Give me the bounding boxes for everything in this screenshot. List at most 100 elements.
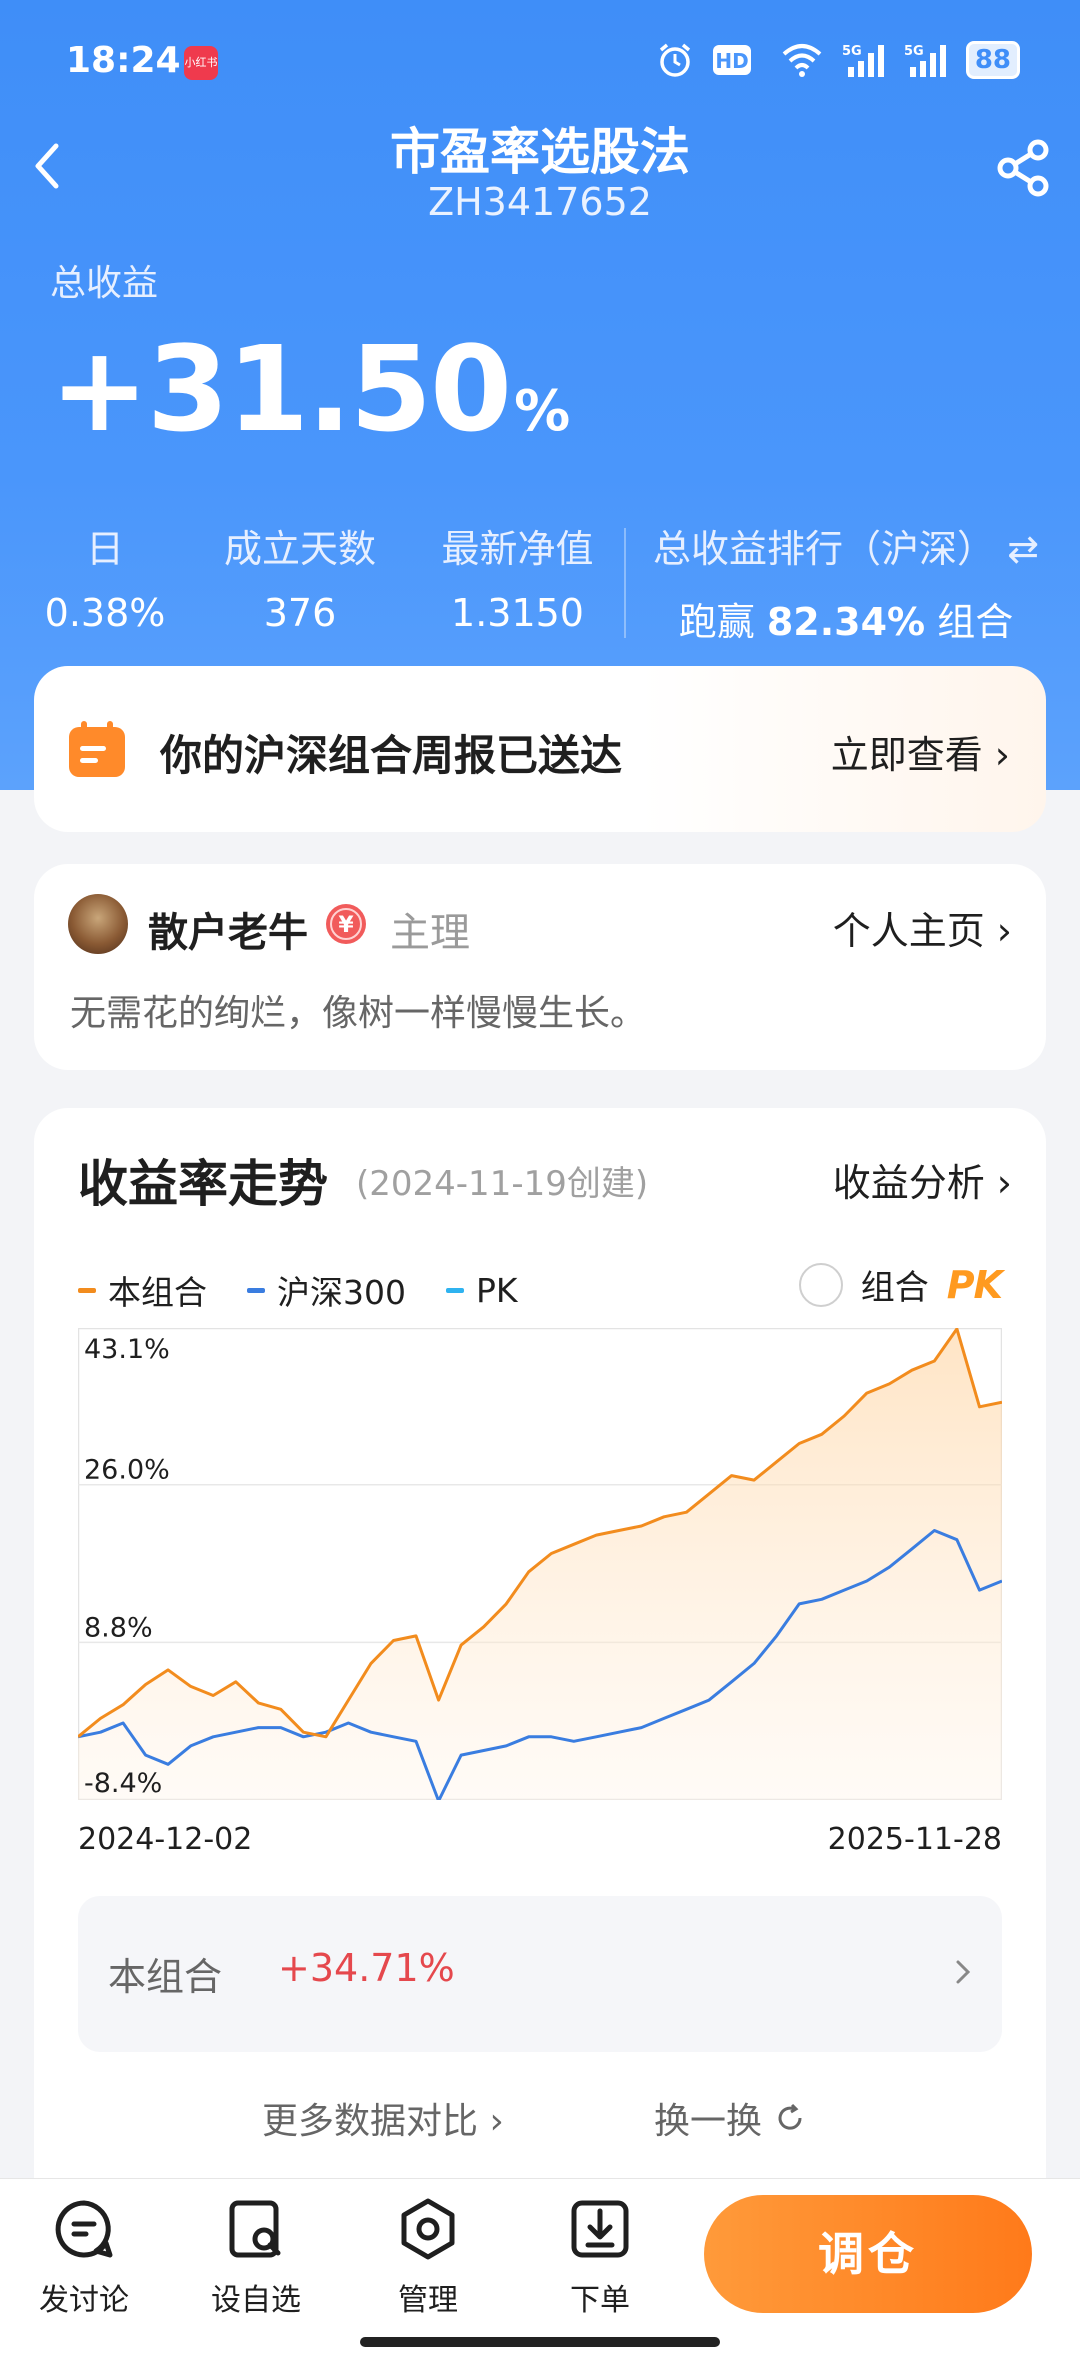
- rebalance-button[interactable]: 调仓: [704, 2195, 1032, 2313]
- legend-label-hs300: 沪深300: [277, 1273, 406, 1312]
- chart-legend: 本组合 沪深300 PK: [78, 1266, 518, 1314]
- tab-order[interactable]: 下单: [530, 2197, 670, 2319]
- y-tick-label: 43.1%: [84, 1334, 170, 1365]
- stat-daily-label: 日: [85, 527, 124, 571]
- return-trend-card: 收益率走势 (2024-11-19创建) 收益分析 › 本组合 沪深300 PK…: [34, 1108, 1046, 2308]
- compare-value: +34.71%: [278, 1946, 455, 1990]
- battery-icon: 88: [965, 41, 1020, 79]
- status-time: 18:24: [66, 40, 181, 81]
- alarm-icon: [656, 40, 694, 80]
- tab-discuss[interactable]: 发讨论: [14, 2197, 154, 2319]
- stat-nav-label: 最新净值: [441, 527, 594, 571]
- legend-swatch-pk: [446, 1287, 464, 1293]
- tab-manage[interactable]: 管理: [358, 2197, 498, 2319]
- y-tick-label: -8.4%: [84, 1768, 162, 1799]
- legend-item-portfolio: 本组合: [78, 1266, 207, 1314]
- share-button[interactable]: [992, 136, 1056, 200]
- legend-label-pk: PK: [476, 1270, 518, 1310]
- chevron-right-icon: ›: [489, 2101, 504, 2142]
- tab-watchlist[interactable]: 设自选: [186, 2197, 326, 2319]
- home-indicator[interactable]: [360, 2337, 720, 2347]
- status-icons: HD 5G 5G 88: [656, 40, 1020, 80]
- legend-swatch-hs300: [247, 1287, 265, 1293]
- swap-button[interactable]: 换一换: [654, 2092, 806, 2144]
- signal-5g-icon: 5G: [842, 40, 886, 80]
- view-now-link[interactable]: 立即查看 ›: [831, 724, 1010, 779]
- pk-radio[interactable]: [798, 1262, 843, 1307]
- pk-logo: PK: [946, 1262, 1003, 1307]
- view-now-label: 立即查看: [830, 733, 983, 777]
- rank-percent: 82.34%: [766, 600, 926, 644]
- tab-manage-label: 管理: [398, 2283, 458, 2318]
- compare-row[interactable]: 本组合 +34.71%: [78, 1896, 1002, 2052]
- stat-rank-label-text: 总收益排行（沪深）: [653, 527, 996, 571]
- yuan-badge-icon: ¥: [326, 904, 366, 944]
- app-notification-icon: 小红书: [184, 46, 218, 80]
- return-analysis-label: 收益分析: [832, 1161, 985, 1205]
- stat-nav: 最新净值 1.3150: [430, 518, 605, 635]
- chart-created-date: (2024-11-19创建): [356, 1164, 649, 1204]
- chart-end-date: 2025-11-28: [827, 1822, 1002, 1857]
- legend-item-pk: PK: [446, 1266, 518, 1314]
- page-title: 市盈率选股法: [390, 123, 690, 181]
- stat-days: 成立天数 376: [210, 518, 390, 635]
- svg-text:5G: 5G: [904, 44, 924, 59]
- stat-daily-value: 0.38%: [44, 591, 166, 635]
- return-chart[interactable]: 43.1% 26.0% 8.8% -8.4%: [78, 1328, 1002, 1800]
- return-analysis-link[interactable]: 收益分析 ›: [833, 1152, 1012, 1207]
- portfolio-code: ZH3417652: [428, 180, 652, 224]
- rank-suffix: 组合: [937, 600, 1014, 644]
- pk-toggle[interactable]: 组合 PK: [798, 1260, 1003, 1309]
- tab-discuss-label: 发讨论: [39, 2283, 129, 2318]
- pk-label: 组合: [860, 1268, 929, 1308]
- author-motto: 无需花的绚烂，像树一样慢慢生长。: [70, 993, 647, 1034]
- hd-icon: HD: [712, 40, 762, 80]
- weekly-report-banner[interactable]: 你的沪深组合周报已送达 立即查看 ›: [34, 666, 1046, 832]
- avatar[interactable]: [68, 894, 128, 954]
- more-data-label: 更多数据对比: [262, 2101, 479, 2142]
- svg-text:¥: ¥: [338, 913, 354, 938]
- order-icon: [571, 2200, 629, 2258]
- stat-rank[interactable]: 总收益排行（沪深） ⇄ 跑赢 82.34% 组合: [636, 518, 1056, 646]
- stats-divider: [624, 528, 626, 638]
- refresh-icon: [778, 2103, 802, 2130]
- swap-label: 换一换: [654, 2101, 763, 2142]
- stat-rank-value: 跑赢 82.34% 组合: [636, 591, 1056, 646]
- status-bar: 18:24 小红书 HD 5G 5G 88: [0, 0, 1080, 120]
- chart-title: 收益率走势: [78, 1155, 328, 1213]
- compare-label: 本组合: [108, 1955, 223, 1999]
- author-card: 散户老牛 ¥ 主理 个人主页 › 无需花的绚烂，像树一样慢慢生长。: [34, 864, 1046, 1070]
- legend-label-portfolio: 本组合: [108, 1273, 207, 1312]
- swap-arrows-icon: ⇄: [1007, 527, 1039, 571]
- author-name[interactable]: 散户老牛: [148, 900, 308, 958]
- total-return-value: +31.50%: [50, 330, 570, 448]
- svg-text:HD: HD: [715, 49, 748, 73]
- chart-start-date: 2024-12-02: [78, 1822, 253, 1857]
- chevron-right-icon: ›: [996, 909, 1012, 953]
- stat-daily: 日 0.38%: [40, 518, 170, 635]
- rank-prefix: 跑赢: [678, 600, 755, 644]
- total-return-number: +31.50: [50, 320, 512, 458]
- weekly-report-text: 你的沪深组合周报已送达: [160, 731, 623, 780]
- tab-order-label: 下单: [570, 2283, 630, 2318]
- chevron-right-icon: [956, 1960, 971, 1984]
- total-return-unit: %: [514, 379, 570, 444]
- settings-hex-icon: [401, 2198, 455, 2260]
- watchlist-icon: [229, 2200, 281, 2258]
- y-tick-label: 8.8%: [84, 1612, 153, 1643]
- chat-icon: [55, 2200, 113, 2258]
- y-tick-label: 26.0%: [84, 1455, 170, 1486]
- more-data-compare-link[interactable]: 更多数据对比 ›: [262, 2092, 504, 2144]
- profile-link[interactable]: 个人主页 ›: [833, 900, 1012, 955]
- share-icon: [997, 139, 1049, 197]
- total-return-label: 总收益: [50, 263, 159, 304]
- wifi-icon: [780, 40, 824, 80]
- bottom-tab-bar: 发讨论 设自选 管理 下单 调仓: [0, 2178, 1080, 2375]
- report-calendar-icon: [69, 721, 125, 777]
- legend-item-hs300: 沪深300: [247, 1266, 406, 1314]
- stats-row: 日 0.38% 成立天数 376 最新净值 1.3150 总收益排行（沪深） ⇄…: [0, 518, 1080, 644]
- legend-swatch-portfolio: [78, 1287, 96, 1293]
- tab-watchlist-label: 设自选: [211, 2283, 301, 2318]
- chevron-right-icon: ›: [994, 733, 1010, 777]
- svg-text:5G: 5G: [842, 44, 862, 59]
